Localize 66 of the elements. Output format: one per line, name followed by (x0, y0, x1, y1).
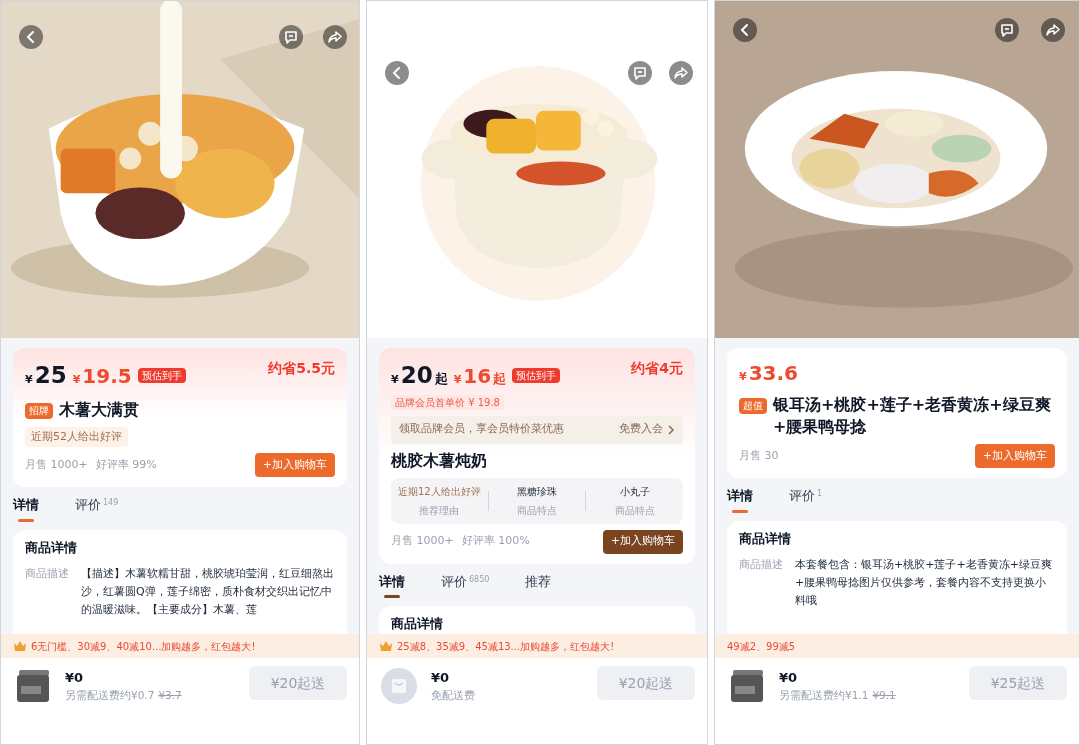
price: ¥20 起 (391, 361, 448, 390)
tab[interactable]: 评价$^{6850}$ (441, 571, 490, 598)
promo-price: ¥19.5 (72, 363, 132, 390)
section-heading: 商品详情 (739, 529, 792, 548)
share-icon[interactable] (323, 25, 347, 49)
savings-text: 约省5.5元 (268, 359, 335, 378)
field-value: 本套餐包含：银耳汤+桃胶+莲子+老香黄冻+绿豆爽+腰果鸭母捻图片仅供参考，套餐内容不支持更换小料哦 (795, 557, 1053, 609)
sales-stat: 好评率 100% (461, 533, 530, 550)
tab[interactable]: 详情 (13, 495, 39, 522)
product-title: 木薯大满贯 (59, 398, 139, 421)
field-label: 商品描述 (739, 557, 783, 573)
badge: 招牌 (25, 402, 53, 419)
field-label: 商品描述 (25, 566, 69, 582)
product-title: 银耳汤+桃胶+莲子+老香黄冻+绿豆爽+腰果鸭母捻 (773, 394, 1052, 438)
banner-text: 领取品牌会员，享会员特价菜优惠 (399, 421, 564, 438)
price-tag: 预估到手 (512, 367, 561, 383)
section-heading: 商品详情 (25, 538, 78, 557)
section-heading: 商品详情 (391, 615, 444, 633)
add-to-cart-button[interactable]: +加入购物车 (602, 529, 683, 554)
feature-value: 小丸子 (619, 484, 650, 499)
promo-price: ¥33.6 (739, 360, 798, 387)
comment-icon[interactable] (628, 61, 652, 85)
crown-icon (379, 640, 393, 652)
sales-stat: 月售 1000+ (25, 456, 88, 473)
price: ¥25 (25, 361, 67, 390)
feature-label: 商品特点 (517, 503, 557, 518)
tab[interactable]: 详情 (727, 486, 753, 513)
crown-icon (13, 640, 27, 652)
share-icon[interactable] (669, 61, 693, 85)
price-tag: 预估到手 (137, 367, 186, 383)
product-title: 桃胶木薯炖奶 (391, 449, 488, 472)
promo-price: ¥16 起 (453, 363, 507, 390)
tab[interactable]: 推荐 (525, 571, 552, 598)
tab[interactable]: 评价$^{1}$ (789, 486, 823, 513)
cart-total: ¥0 (65, 669, 85, 687)
sales-stat: 月售 1000+ (391, 533, 454, 550)
cart-total: ¥0 (779, 669, 799, 687)
tab[interactable]: 详情 (379, 571, 405, 598)
feature-label: 商品特点 (614, 503, 655, 518)
comment-icon[interactable] (995, 18, 1019, 42)
comment-icon[interactable] (279, 25, 303, 49)
delivery-fee-note: 免配送费 (431, 687, 476, 703)
back-button[interactable] (385, 61, 409, 85)
back-button[interactable] (19, 25, 43, 49)
delivery-fee-note: 另需配送费约¥0.7 ¥3.7 (65, 687, 183, 703)
back-button[interactable] (733, 18, 757, 42)
join-link[interactable]: 免费入会 (619, 421, 663, 438)
sales-stat: 好评率 99% (95, 456, 157, 473)
sales-stat: 月售 30 (739, 447, 779, 464)
field-value: 【描述】木薯软糯甘甜，桃胶琥珀莹润，红豆细熬出沙，红薯圆Q弹，莲子绵密，质朴食材交织出记忆中的温暖滋味。【主要成分】木薯、莲 (81, 566, 335, 618)
cart-total: ¥0 (431, 669, 451, 687)
chevron-icon[interactable] (667, 423, 675, 436)
feature-value: 近期12人给出好评 (397, 484, 481, 499)
review-chip: 近期52人给出好评 (25, 426, 128, 447)
promo-text: 6无门槛、30减9、40减10...加购越多，红包越大! (31, 639, 256, 654)
promo-text: 25减8、35减9、45减13...加购越多，红包越大! (397, 639, 615, 654)
promo-text: 49减2、99减5 (727, 639, 796, 654)
savings-text: 约省4元 (631, 359, 683, 378)
delivery-fee-note: 另需配送费约¥1.1 ¥9.1 (779, 687, 897, 703)
badge: 超值 (739, 398, 767, 414)
member-price-chip: 品牌会员首单价 ¥ 19.8 (391, 394, 504, 410)
feature-value: 黑糖珍珠 (517, 484, 557, 499)
shopping-bag-icon (379, 666, 419, 706)
feature-label: 推荐理由 (419, 503, 460, 518)
tab[interactable]: 评价$^{149}$ (75, 495, 119, 522)
share-icon[interactable] (1041, 18, 1065, 42)
